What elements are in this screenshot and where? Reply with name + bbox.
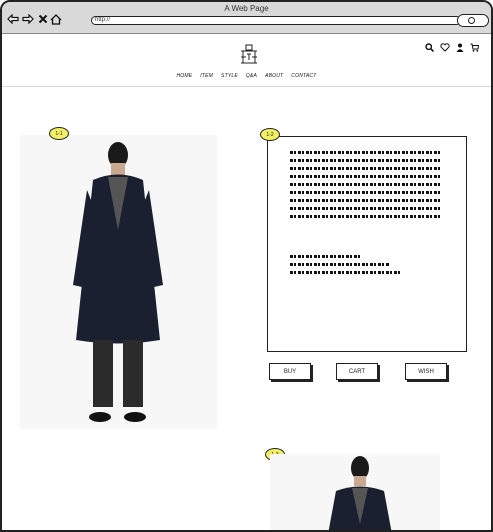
- annotation-badge: 1-1: [49, 127, 69, 140]
- menu-item-style[interactable]: STYLE: [221, 73, 238, 79]
- main-menu: HOME ITEM STYLE Q&A ABOUT CONTACT: [2, 73, 491, 79]
- cart-icon[interactable]: [470, 43, 479, 52]
- browser-search-button[interactable]: [457, 14, 489, 27]
- menu-item-contact[interactable]: CONTACT: [291, 73, 316, 79]
- wish-button[interactable]: WISH: [405, 363, 447, 380]
- back-icon[interactable]: [6, 12, 20, 26]
- buy-button[interactable]: BUY: [269, 363, 311, 380]
- product-description: [267, 136, 467, 352]
- menu-item-item[interactable]: ITEM: [200, 73, 213, 79]
- search-icon: [468, 17, 475, 24]
- browser-window: A Web Page http:// HOME ITEM STYLE Q&A A…: [0, 0, 493, 532]
- window-title: A Web Page: [224, 4, 269, 13]
- site-header: HOME ITEM STYLE Q&A ABOUT CONTACT: [2, 35, 491, 87]
- search-icon[interactable]: [425, 43, 434, 52]
- header-icons: [425, 43, 479, 52]
- home-icon[interactable]: [49, 12, 63, 26]
- cart-button[interactable]: CART: [336, 363, 378, 380]
- heart-icon[interactable]: [440, 43, 450, 52]
- close-icon[interactable]: [36, 12, 50, 26]
- menu-item-about[interactable]: ABOUT: [265, 73, 283, 79]
- browser-chrome: A Web Page http://: [2, 2, 491, 34]
- menu-item-home[interactable]: HOME: [176, 73, 192, 79]
- product-photo-2: [270, 454, 440, 530]
- product-photo: [20, 135, 217, 429]
- user-icon[interactable]: [456, 43, 464, 52]
- forward-icon[interactable]: [21, 12, 35, 26]
- annotation-badge: 1-2: [260, 128, 280, 141]
- menu-item-qa[interactable]: Q&A: [246, 73, 257, 79]
- address-bar[interactable]: http://: [91, 16, 461, 25]
- logo-icon[interactable]: [238, 44, 260, 64]
